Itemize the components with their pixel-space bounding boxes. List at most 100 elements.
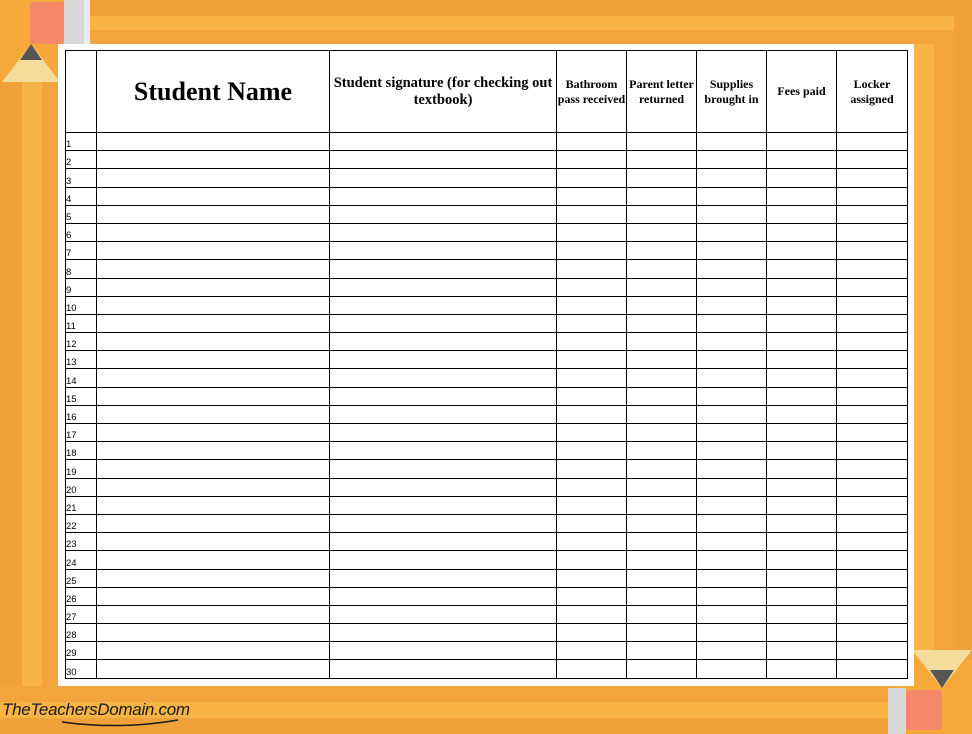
- signature-cell[interactable]: [329, 623, 557, 643]
- bathroom-pass-cell[interactable]: [556, 459, 627, 479]
- student-name-cell[interactable]: [96, 513, 330, 534]
- student-name-cell[interactable]: [96, 477, 330, 497]
- locker-cell[interactable]: [836, 222, 908, 243]
- student-name-cell[interactable]: [96, 532, 330, 552]
- signature-cell[interactable]: [329, 295, 557, 315]
- fees-paid-cell[interactable]: [766, 259, 837, 279]
- bathroom-pass-cell[interactable]: [556, 222, 627, 243]
- fees-paid-cell[interactable]: [766, 477, 837, 497]
- supplies-cell[interactable]: [696, 532, 767, 552]
- bathroom-pass-cell[interactable]: [556, 586, 627, 606]
- student-name-cell[interactable]: [96, 495, 330, 515]
- fees-paid-cell[interactable]: [766, 350, 837, 370]
- supplies-cell[interactable]: [696, 350, 767, 370]
- fees-paid-cell[interactable]: [766, 332, 837, 352]
- locker-cell[interactable]: [836, 313, 908, 334]
- student-name-cell[interactable]: [96, 459, 330, 479]
- bathroom-pass-cell[interactable]: [556, 150, 627, 170]
- bathroom-pass-cell[interactable]: [556, 313, 627, 334]
- bathroom-pass-cell[interactable]: [556, 532, 627, 552]
- bathroom-pass-cell[interactable]: [556, 332, 627, 352]
- locker-cell[interactable]: [836, 422, 908, 443]
- student-name-cell[interactable]: [96, 550, 330, 570]
- supplies-cell[interactable]: [696, 259, 767, 279]
- fees-paid-cell[interactable]: [766, 495, 837, 515]
- locker-cell[interactable]: [836, 386, 908, 406]
- signature-cell[interactable]: [329, 604, 557, 625]
- student-name-cell[interactable]: [96, 386, 330, 406]
- signature-cell[interactable]: [329, 241, 557, 261]
- signature-cell[interactable]: [329, 259, 557, 279]
- supplies-cell[interactable]: [696, 477, 767, 497]
- signature-cell[interactable]: [329, 350, 557, 370]
- signature-cell[interactable]: [329, 532, 557, 552]
- fees-paid-cell[interactable]: [766, 659, 837, 679]
- locker-cell[interactable]: [836, 659, 908, 679]
- fees-paid-cell[interactable]: [766, 295, 837, 315]
- signature-cell[interactable]: [329, 150, 557, 170]
- supplies-cell[interactable]: [696, 568, 767, 588]
- bathroom-pass-cell[interactable]: [556, 131, 627, 152]
- supplies-cell[interactable]: [696, 459, 767, 479]
- signature-cell[interactable]: [329, 459, 557, 479]
- parent-letter-cell[interactable]: [626, 295, 697, 315]
- parent-letter-cell[interactable]: [626, 241, 697, 261]
- parent-letter-cell[interactable]: [626, 495, 697, 515]
- bathroom-pass-cell[interactable]: [556, 568, 627, 588]
- parent-letter-cell[interactable]: [626, 277, 697, 297]
- student-name-cell[interactable]: [96, 441, 330, 461]
- locker-cell[interactable]: [836, 513, 908, 534]
- supplies-cell[interactable]: [696, 422, 767, 443]
- bathroom-pass-cell[interactable]: [556, 386, 627, 406]
- signature-cell[interactable]: [329, 495, 557, 515]
- bathroom-pass-cell[interactable]: [556, 168, 627, 188]
- fees-paid-cell[interactable]: [766, 368, 837, 388]
- locker-cell[interactable]: [836, 441, 908, 461]
- locker-cell[interactable]: [836, 604, 908, 625]
- supplies-cell[interactable]: [696, 131, 767, 152]
- student-name-cell[interactable]: [96, 131, 330, 152]
- signature-cell[interactable]: [329, 204, 557, 224]
- parent-letter-cell[interactable]: [626, 332, 697, 352]
- locker-cell[interactable]: [836, 295, 908, 315]
- locker-cell[interactable]: [836, 623, 908, 643]
- locker-cell[interactable]: [836, 150, 908, 170]
- student-name-cell[interactable]: [96, 150, 330, 170]
- signature-cell[interactable]: [329, 477, 557, 497]
- signature-cell[interactable]: [329, 222, 557, 243]
- locker-cell[interactable]: [836, 277, 908, 297]
- signature-cell[interactable]: [329, 386, 557, 406]
- supplies-cell[interactable]: [696, 313, 767, 334]
- supplies-cell[interactable]: [696, 550, 767, 570]
- locker-cell[interactable]: [836, 568, 908, 588]
- fees-paid-cell[interactable]: [766, 623, 837, 643]
- signature-cell[interactable]: [329, 513, 557, 534]
- fees-paid-cell[interactable]: [766, 604, 837, 625]
- fees-paid-cell[interactable]: [766, 586, 837, 606]
- parent-letter-cell[interactable]: [626, 659, 697, 679]
- locker-cell[interactable]: [836, 459, 908, 479]
- fees-paid-cell[interactable]: [766, 131, 837, 152]
- supplies-cell[interactable]: [696, 186, 767, 206]
- student-name-cell[interactable]: [96, 259, 330, 279]
- locker-cell[interactable]: [836, 204, 908, 224]
- supplies-cell[interactable]: [696, 150, 767, 170]
- parent-letter-cell[interactable]: [626, 441, 697, 461]
- parent-letter-cell[interactable]: [626, 168, 697, 188]
- bathroom-pass-cell[interactable]: [556, 350, 627, 370]
- fees-paid-cell[interactable]: [766, 186, 837, 206]
- locker-cell[interactable]: [836, 368, 908, 388]
- supplies-cell[interactable]: [696, 386, 767, 406]
- signature-cell[interactable]: [329, 368, 557, 388]
- locker-cell[interactable]: [836, 186, 908, 206]
- locker-cell[interactable]: [836, 495, 908, 515]
- bathroom-pass-cell[interactable]: [556, 404, 627, 425]
- supplies-cell[interactable]: [696, 168, 767, 188]
- student-name-cell[interactable]: [96, 186, 330, 206]
- fees-paid-cell[interactable]: [766, 568, 837, 588]
- signature-cell[interactable]: [329, 168, 557, 188]
- supplies-cell[interactable]: [696, 404, 767, 425]
- bathroom-pass-cell[interactable]: [556, 604, 627, 625]
- signature-cell[interactable]: [329, 422, 557, 443]
- parent-letter-cell[interactable]: [626, 568, 697, 588]
